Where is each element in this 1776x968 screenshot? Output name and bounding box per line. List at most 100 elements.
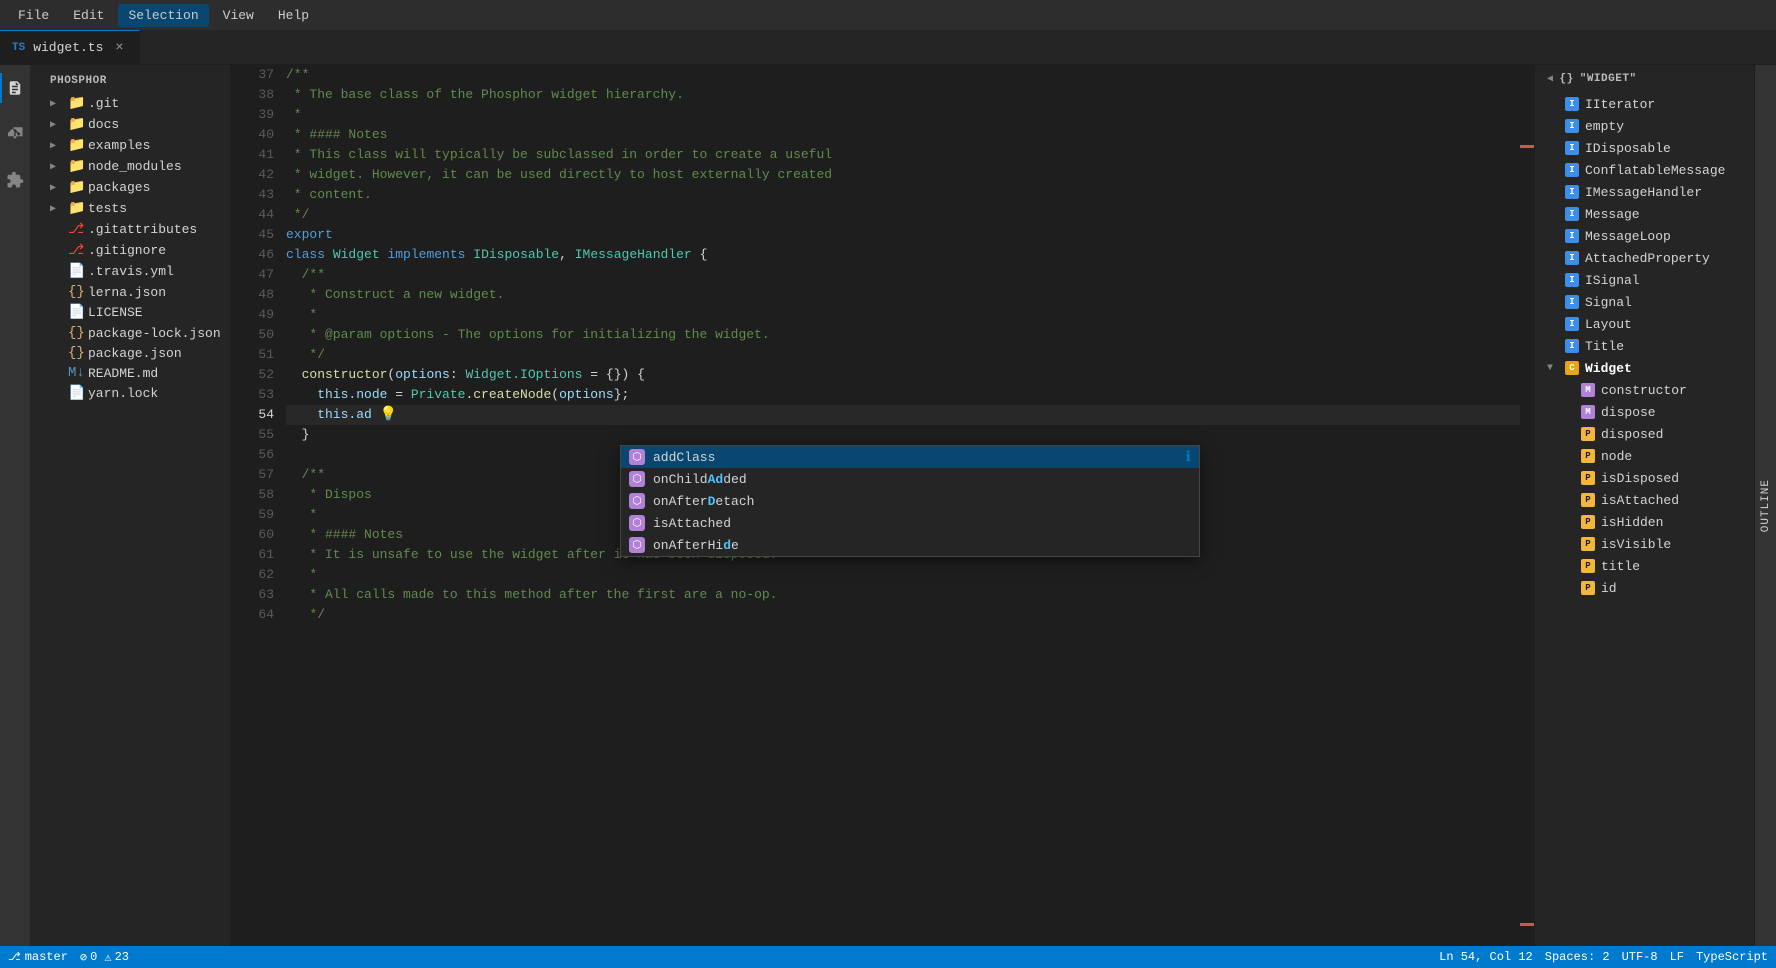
autocomplete-item[interactable]: ⬡onAfterHide: [621, 534, 1199, 556]
outline-item[interactable]: Pnode: [1543, 445, 1754, 467]
code-line[interactable]: constructor(options: Widget.IOptions = {…: [286, 365, 1520, 385]
git-branch-item[interactable]: ⎇ master: [8, 950, 68, 964]
lightbulb-icon[interactable]: 💡: [380, 405, 397, 425]
code-line[interactable]: *: [286, 305, 1520, 325]
code-line[interactable]: * widget. However, it can be used direct…: [286, 165, 1520, 185]
menu-file[interactable]: File: [8, 4, 59, 27]
outline-item[interactable]: IMessageLoop: [1543, 225, 1754, 247]
outline-item[interactable]: Ptitle: [1543, 555, 1754, 577]
outline-type-icon: I: [1565, 273, 1579, 287]
code-line[interactable]: */: [286, 205, 1520, 225]
menu-selection[interactable]: Selection: [118, 4, 208, 27]
tree-item-license[interactable]: ▶ 📄 LICENSE: [30, 302, 230, 323]
code-line[interactable]: }: [286, 425, 1520, 445]
tree-item-yarn[interactable]: ▶ 📄 yarn.lock: [30, 383, 230, 404]
outline-item[interactable]: ISignal: [1543, 291, 1754, 313]
line-ending-item[interactable]: LF: [1670, 950, 1684, 964]
outline-item[interactable]: IISignal: [1543, 269, 1754, 291]
outline-item[interactable]: Pdisposed: [1543, 423, 1754, 445]
tab-close-button[interactable]: ×: [111, 40, 127, 56]
code-line[interactable]: /**: [286, 265, 1520, 285]
autocomplete-item[interactable]: ⬡addClassℹ: [621, 446, 1199, 468]
tree-item-tests[interactable]: ▶ 📁 tests: [30, 198, 230, 219]
language-item[interactable]: TypeScript: [1696, 950, 1768, 964]
tree-item-gitignore[interactable]: ▶ ⎇ .gitignore: [30, 240, 230, 261]
tree-item-lerna[interactable]: ▶ {} lerna.json: [30, 282, 230, 302]
autocomplete-item[interactable]: ⬡isAttached: [621, 512, 1199, 534]
outline-item[interactable]: Pid: [1543, 577, 1754, 599]
menu-help[interactable]: Help: [268, 4, 319, 27]
code-line[interactable]: * This class will typically be subclasse…: [286, 145, 1520, 165]
menu-view[interactable]: View: [213, 4, 264, 27]
outline-item[interactable]: Mconstructor: [1543, 379, 1754, 401]
tree-item-packages[interactable]: ▶ 📁 packages: [30, 177, 230, 198]
activity-git[interactable]: [0, 119, 30, 149]
outline-item[interactable]: IMessage: [1543, 203, 1754, 225]
tree-item-package-lock[interactable]: ▶ {} package-lock.json: [30, 323, 230, 343]
outline-item[interactable]: Iempty: [1543, 115, 1754, 137]
outline-item[interactable]: Mdispose: [1543, 401, 1754, 423]
activity-extensions[interactable]: [0, 165, 30, 195]
code-line[interactable]: this.node = Private.createNode(options};: [286, 385, 1520, 405]
token-comment: * This class will typically be subclasse…: [286, 145, 832, 165]
code-line[interactable]: /**: [286, 65, 1520, 85]
indent-item[interactable]: Spaces: 2: [1545, 950, 1610, 964]
outline-type-icon: P: [1581, 471, 1595, 485]
active-tab[interactable]: TS widget.ts ×: [0, 30, 140, 64]
autocomplete-item[interactable]: ⬡onAfterDetach: [621, 490, 1199, 512]
encoding-item[interactable]: UTF-8: [1622, 950, 1658, 964]
folder-icon: 📁: [68, 116, 84, 133]
folder-icon: 📁: [68, 200, 84, 217]
ac-info-icon[interactable]: ℹ: [1186, 449, 1191, 466]
autocomplete-item[interactable]: ⬡onChildAdded: [621, 468, 1199, 490]
outline-item[interactable]: ILayout: [1543, 313, 1754, 335]
outline-item[interactable]: IIMessageHandler: [1543, 181, 1754, 203]
code-line[interactable]: * content.: [286, 185, 1520, 205]
tree-item-gitattributes[interactable]: ▶ ⎇ .gitattributes: [30, 219, 230, 240]
code-line[interactable]: * @param options - The options for initi…: [286, 325, 1520, 345]
menu-edit[interactable]: Edit: [63, 4, 114, 27]
code-line[interactable]: *: [286, 565, 1520, 585]
code-line[interactable]: * Construct a new widget.: [286, 285, 1520, 305]
tree-item-examples[interactable]: ▶ 📁 examples: [30, 135, 230, 156]
ac-method-icon: ⬡: [629, 493, 645, 509]
cursor-position-item[interactable]: Ln 54, Col 12: [1439, 950, 1533, 964]
outline-item-label: empty: [1585, 119, 1624, 134]
code-line[interactable]: this.ad💡: [286, 405, 1520, 425]
outline-item[interactable]: IIDisposable: [1543, 137, 1754, 159]
token-keyword: class: [286, 245, 325, 265]
outline-collapse-icon[interactable]: ◀: [1547, 73, 1554, 85]
code-line[interactable]: */: [286, 605, 1520, 625]
outline-item[interactable]: IAttachedProperty: [1543, 247, 1754, 269]
status-errors-item[interactable]: ⊘ 0 ⚠ 23: [80, 950, 129, 965]
activity-files[interactable]: [0, 73, 30, 103]
code-line[interactable]: * The base class of the Phosphor widget …: [286, 85, 1520, 105]
tree-item-git[interactable]: ▶ 📁 .git: [30, 93, 230, 114]
token-punct: (: [387, 365, 395, 385]
outline-item[interactable]: PisDisposed: [1543, 467, 1754, 489]
outline-item[interactable]: PisHidden: [1543, 511, 1754, 533]
outline-item[interactable]: ITitle: [1543, 335, 1754, 357]
outline-type-icon: P: [1581, 515, 1595, 529]
code-line[interactable]: * All calls made to this method after th…: [286, 585, 1520, 605]
tree-item-readme[interactable]: ▶ M↓ README.md: [30, 363, 230, 383]
outline-item[interactable]: IIIterator: [1543, 93, 1754, 115]
outline-item[interactable]: ▼CWidget: [1543, 357, 1754, 379]
outline-item-label: Widget: [1585, 361, 1632, 376]
outline-item[interactable]: PisVisible: [1543, 533, 1754, 555]
tree-item-docs[interactable]: ▶ 📁 docs: [30, 114, 230, 135]
code-line[interactable]: class Widget implements IDisposable, IMe…: [286, 245, 1520, 265]
cursor-position: Ln 54, Col 12: [1439, 950, 1533, 964]
code-line[interactable]: export: [286, 225, 1520, 245]
tree-item-node-modules[interactable]: ▶ 📁 node_modules: [30, 156, 230, 177]
file-icon-readme: M↓: [68, 365, 84, 381]
code-line[interactable]: * #### Notes: [286, 125, 1520, 145]
tree-item-travis[interactable]: ▶ 📄 .travis.yml: [30, 261, 230, 282]
tree-item-package[interactable]: ▶ {} package.json: [30, 343, 230, 363]
code-line[interactable]: */: [286, 345, 1520, 365]
outline-item[interactable]: IConflatableMessage: [1543, 159, 1754, 181]
scrollbar[interactable]: [1520, 65, 1534, 946]
ac-label: onChildAdded: [653, 472, 747, 487]
code-line[interactable]: *: [286, 105, 1520, 125]
outline-item[interactable]: PisAttached: [1543, 489, 1754, 511]
